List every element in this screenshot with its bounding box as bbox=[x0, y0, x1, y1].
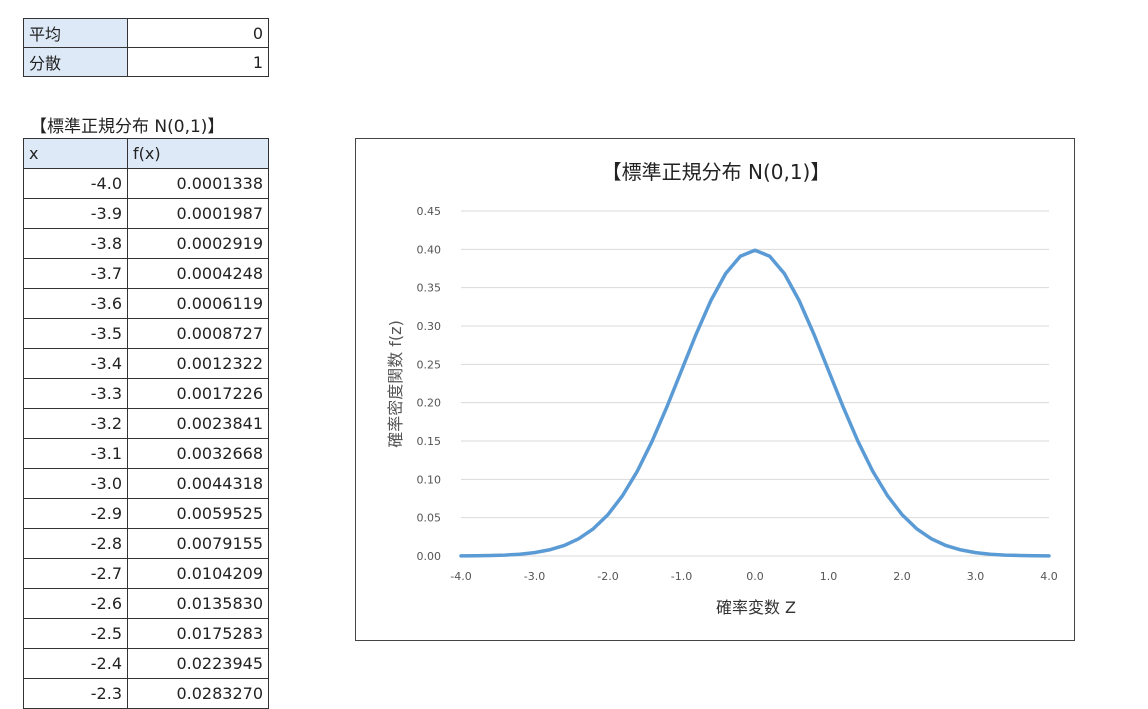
table-row: -2.8 0.0079155 bbox=[23, 528, 269, 559]
x-tick-label: -3.0 bbox=[524, 570, 545, 583]
table-row: -3.7 0.0004248 bbox=[23, 258, 269, 289]
table-row: -3.1 0.0032668 bbox=[23, 438, 269, 469]
table-row: -2.6 0.0135830 bbox=[23, 588, 269, 619]
y-tick-label: 0.00 bbox=[417, 550, 442, 563]
table-row: -2.7 0.0104209 bbox=[23, 558, 269, 589]
y-tick-label: 0.25 bbox=[417, 358, 442, 371]
x-tick-label: 3.0 bbox=[967, 570, 985, 583]
mean-row: 平均 0 bbox=[23, 18, 269, 48]
cell-fx[interactable]: 0.0006119 bbox=[127, 288, 269, 319]
table-row: -3.3 0.0017226 bbox=[23, 378, 269, 409]
cell-fx[interactable]: 0.0079155 bbox=[127, 528, 269, 559]
table-row: -2.4 0.0223945 bbox=[23, 648, 269, 679]
cell-fx[interactable]: 0.0001338 bbox=[127, 168, 269, 199]
chart-area[interactable]: 【標準正規分布 N(0,1)】 0.00 0.05 0.10 0.15 0.20 0.25… bbox=[355, 138, 1075, 641]
table-header-row: x f(x) bbox=[23, 138, 269, 169]
cell-x[interactable]: -3.0 bbox=[23, 468, 128, 499]
cell-x[interactable]: -2.4 bbox=[23, 648, 128, 679]
cell-x[interactable]: -2.7 bbox=[23, 558, 128, 589]
x-tick-label: 0.0 bbox=[746, 570, 764, 583]
cell-fx[interactable]: 0.0012322 bbox=[127, 348, 269, 379]
column-header-fx[interactable]: f(x) bbox=[127, 138, 269, 169]
cell-fx[interactable]: 0.0044318 bbox=[127, 468, 269, 499]
x-tick-label: 1.0 bbox=[820, 570, 838, 583]
column-header-x[interactable]: x bbox=[23, 138, 128, 169]
y-tick-label: 0.40 bbox=[417, 243, 442, 256]
y-tick-label: 0.10 bbox=[417, 473, 442, 486]
table-row: -3.8 0.0002919 bbox=[23, 228, 269, 259]
cell-fx[interactable]: 0.0223945 bbox=[127, 648, 269, 679]
y-tick-label: 0.20 bbox=[417, 397, 442, 410]
x-tick-label: 2.0 bbox=[893, 570, 911, 583]
table-row: -2.9 0.0059525 bbox=[23, 498, 269, 529]
cell-x[interactable]: -4.0 bbox=[23, 168, 128, 199]
table-row: -3.9 0.0001987 bbox=[23, 198, 269, 229]
cell-fx[interactable]: 0.0017226 bbox=[127, 378, 269, 409]
table-row: -4.0 0.0001338 bbox=[23, 168, 269, 199]
table-row: -3.6 0.0006119 bbox=[23, 288, 269, 319]
mean-value[interactable]: 0 bbox=[127, 18, 269, 48]
cell-x[interactable]: -3.8 bbox=[23, 228, 128, 259]
cell-fx[interactable]: 0.0008727 bbox=[127, 318, 269, 349]
cell-fx[interactable]: 0.0002919 bbox=[127, 228, 269, 259]
cell-x[interactable]: -3.6 bbox=[23, 288, 128, 319]
variance-label[interactable]: 分散 bbox=[23, 47, 128, 77]
table-row: -2.3 0.0283270 bbox=[23, 678, 269, 709]
x-tick-label: -4.0 bbox=[450, 570, 471, 583]
cell-fx[interactable]: 0.0135830 bbox=[127, 588, 269, 619]
cell-x[interactable]: -3.4 bbox=[23, 348, 128, 379]
normal-distribution-chart: 【標準正規分布 N(0,1)】 0.00 0.05 0.10 0.15 0.20 0.25… bbox=[386, 160, 1058, 617]
y-axis-label: 確率密度関数 f(z) bbox=[386, 320, 405, 448]
table-row: -2.5 0.0175283 bbox=[23, 618, 269, 649]
cell-fx[interactable]: 0.0175283 bbox=[127, 618, 269, 649]
cell-fx[interactable]: 0.0283270 bbox=[127, 678, 269, 709]
y-tick-label: 0.35 bbox=[417, 282, 442, 295]
cell-x[interactable]: -3.7 bbox=[23, 258, 128, 289]
y-tick-label: 0.30 bbox=[417, 320, 442, 333]
variance-value[interactable]: 1 bbox=[127, 47, 269, 77]
cell-x[interactable]: -3.9 bbox=[23, 198, 128, 229]
table-row: -3.2 0.0023841 bbox=[23, 408, 269, 439]
cell-fx[interactable]: 0.0004248 bbox=[127, 258, 269, 289]
cell-x[interactable]: -3.5 bbox=[23, 318, 128, 349]
cell-x[interactable]: -2.6 bbox=[23, 588, 128, 619]
mean-label[interactable]: 平均 bbox=[23, 18, 128, 48]
y-tick-label: 0.15 bbox=[417, 435, 442, 448]
table-row: -3.4 0.0012322 bbox=[23, 348, 269, 379]
x-tick-label: -1.0 bbox=[671, 570, 692, 583]
x-tick-label: -2.0 bbox=[597, 570, 618, 583]
data-table: x f(x) -4.0 0.0001338 -3.9 0.0001987 -3.8 0.0… bbox=[23, 138, 269, 709]
cell-x[interactable]: -3.1 bbox=[23, 438, 128, 469]
cell-fx[interactable]: 0.0032668 bbox=[127, 438, 269, 469]
table-row: -3.5 0.0008727 bbox=[23, 318, 269, 349]
cell-x[interactable]: -2.5 bbox=[23, 618, 128, 649]
cell-x[interactable]: -2.3 bbox=[23, 678, 128, 709]
y-tick-label: 0.05 bbox=[417, 512, 442, 525]
chart-title: 【標準正規分布 N(0,1)】 bbox=[602, 160, 831, 184]
cell-x[interactable]: -2.8 bbox=[23, 528, 128, 559]
variance-row: 分散 1 bbox=[23, 47, 269, 77]
x-axis-label: 確率変数 Z bbox=[716, 598, 796, 617]
table-row: -3.0 0.0044318 bbox=[23, 468, 269, 499]
cell-fx[interactable]: 0.0059525 bbox=[127, 498, 269, 529]
x-tick-label: 4.0 bbox=[1040, 570, 1058, 583]
cell-x[interactable]: -2.9 bbox=[23, 498, 128, 529]
cell-fx[interactable]: 0.0023841 bbox=[127, 408, 269, 439]
cell-fx[interactable]: 0.0104209 bbox=[127, 558, 269, 589]
cell-x[interactable]: -3.2 bbox=[23, 408, 128, 439]
parameter-table: 平均 0 分散 1 bbox=[23, 18, 269, 77]
cell-x[interactable]: -3.3 bbox=[23, 378, 128, 409]
cell-fx[interactable]: 0.0001987 bbox=[127, 198, 269, 229]
table-title: 【標準正規分布 N(0,1)】 bbox=[30, 117, 225, 137]
y-tick-label: 0.45 bbox=[417, 205, 442, 218]
